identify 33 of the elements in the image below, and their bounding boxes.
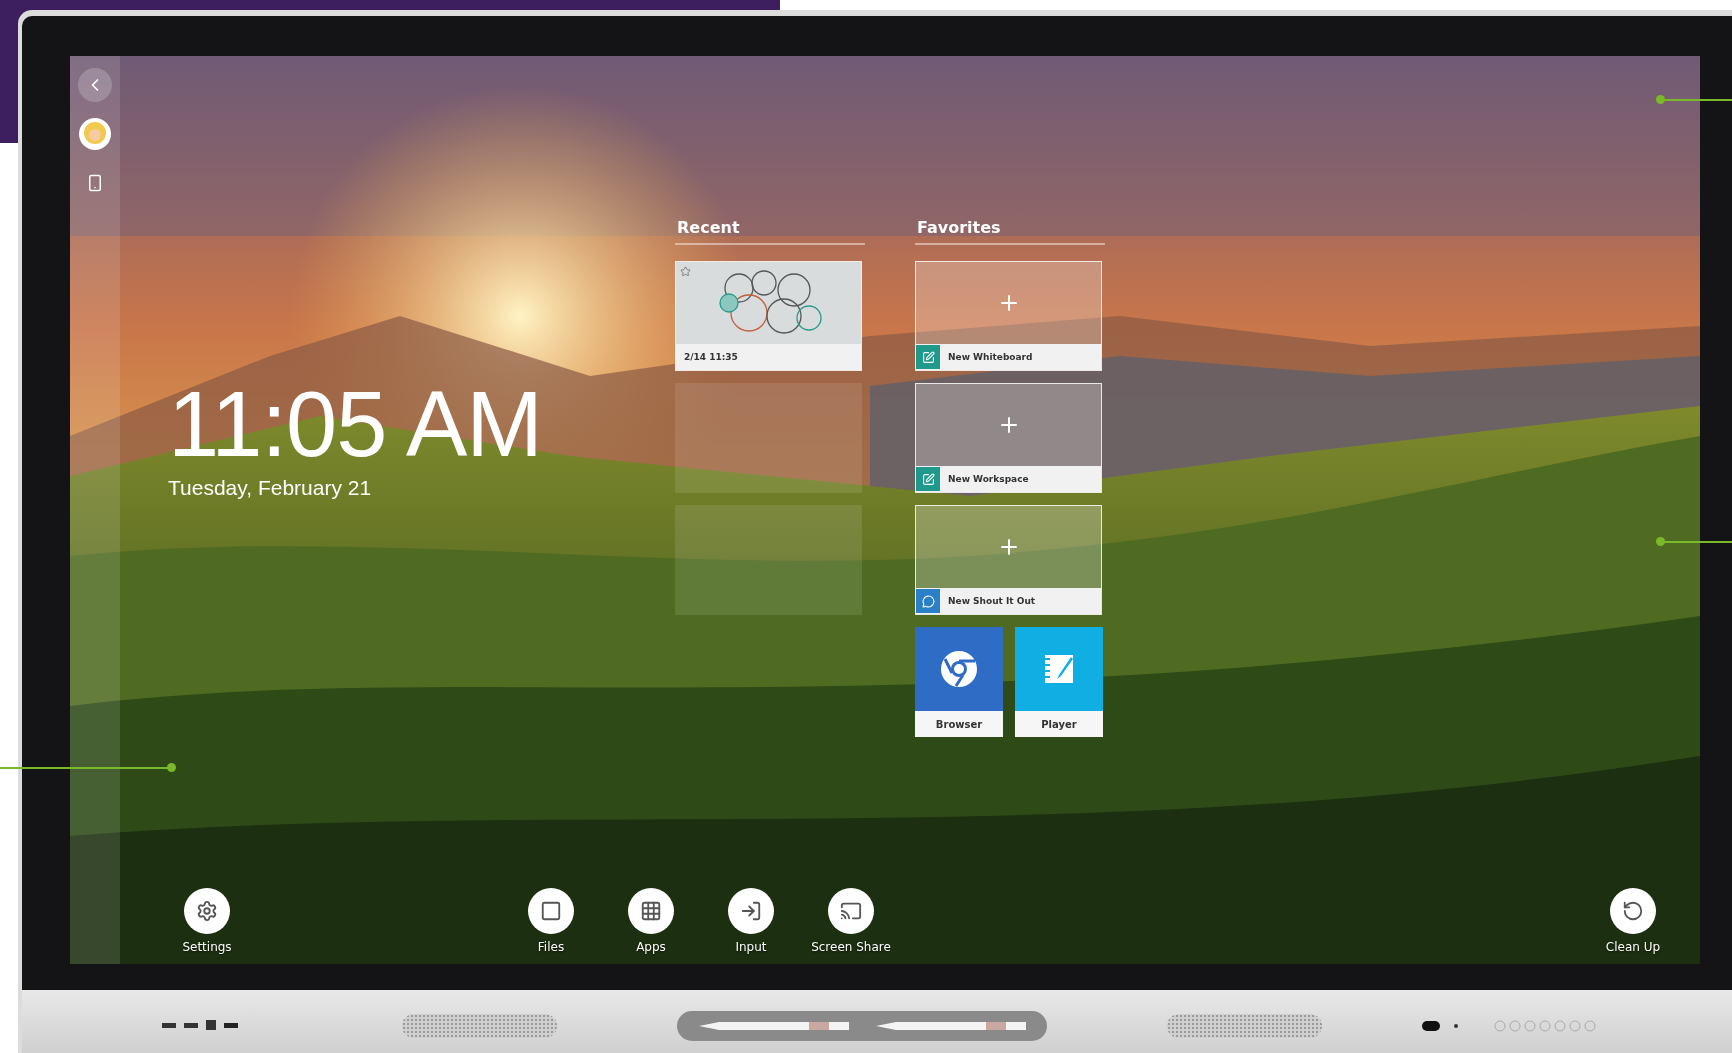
dock-label: Screen Share: [811, 940, 891, 954]
section-title: Recent: [675, 218, 865, 245]
avatar-icon[interactable]: [79, 118, 111, 150]
phone-icon: [86, 174, 104, 192]
undo-icon: [1622, 900, 1644, 922]
dock-label: Settings: [182, 940, 232, 954]
tile-label: New Whiteboard: [948, 352, 1033, 362]
new-item-tile[interactable]: New Workspace: [915, 383, 1102, 493]
star-icon[interactable]: [680, 266, 691, 277]
cast-icon: [840, 900, 862, 922]
tile-label: New Shout It Out: [948, 596, 1036, 606]
dock-label: Files: [537, 940, 565, 954]
recent-file-tile[interactable]: 2/14 11:35: [675, 261, 862, 371]
browser-icon: [939, 649, 979, 689]
dock-button[interactable]: Clean Up: [1596, 888, 1670, 954]
dock-label: Input: [735, 940, 767, 954]
section-title: Favorites: [915, 218, 1105, 245]
settings-icon: [196, 900, 218, 922]
grid-icon: [640, 900, 662, 922]
clock-time: 11:05 AM: [168, 378, 543, 470]
back-button[interactable]: [78, 68, 112, 102]
tile-label: 2/14 11:35: [684, 352, 738, 362]
dock-label: Apps: [636, 940, 666, 954]
dock-button[interactable]: Files: [514, 888, 588, 954]
dock-button[interactable]: Settings: [170, 888, 244, 954]
input-icon: [740, 900, 762, 922]
new-item-tile[interactable]: New Whiteboard: [915, 261, 1102, 371]
dock-button[interactable]: Apps: [614, 888, 688, 954]
dock-label: Clean Up: [1605, 940, 1661, 954]
clock-date: Tuesday, February 21: [168, 476, 373, 500]
tile-label: New Workspace: [948, 474, 1029, 484]
dock-button[interactable]: Input: [714, 888, 788, 954]
new-item-tile[interactable]: New Shout It Out: [915, 505, 1102, 615]
